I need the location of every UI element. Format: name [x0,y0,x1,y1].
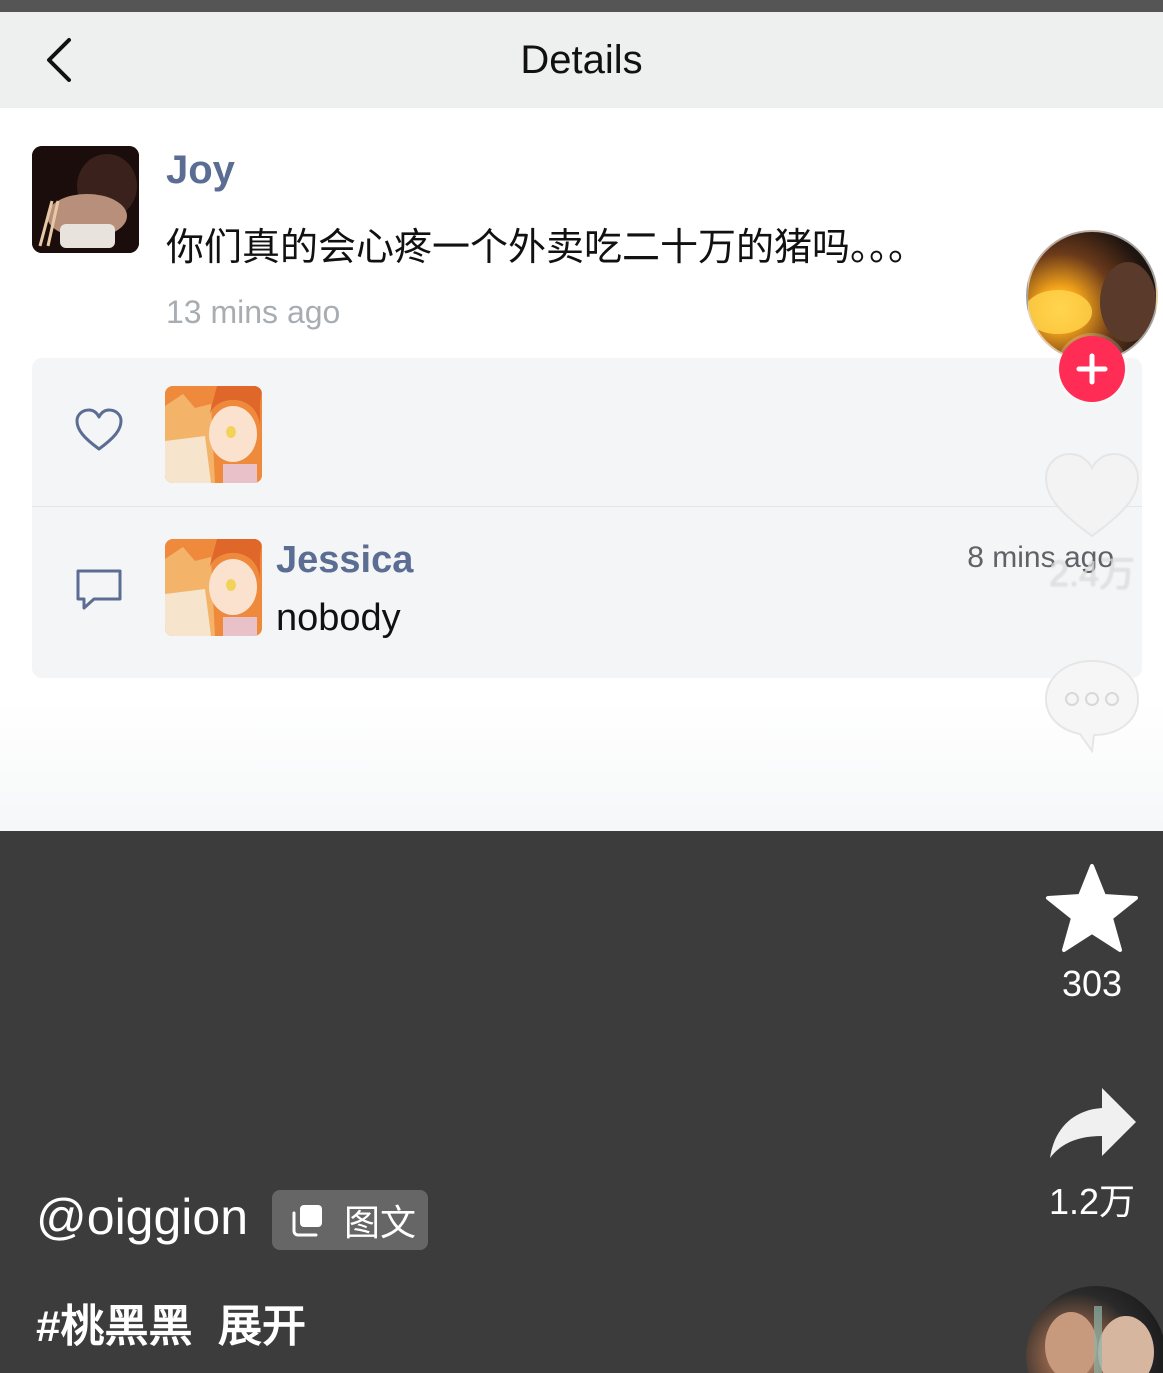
navigation-bar: Details [0,12,1163,108]
post-text: 你们真的会心疼一个外卖吃二十万的猪吗。。。 [166,227,927,269]
chevron-left-icon [47,38,71,82]
avatar-photo [32,146,139,253]
post-type-badge: 图文 [272,1190,428,1250]
share-arrow-icon [1050,1088,1136,1158]
star-icon [1046,864,1138,952]
post-author-name[interactable]: Joy [166,148,235,193]
heart-icon [1044,452,1140,538]
follow-button[interactable] [1059,336,1125,402]
share-action[interactable]: 1.2万 [1026,1084,1158,1225]
page-title: Details [520,37,643,82]
music-disc-cover [1045,1306,1154,1373]
like-action[interactable]: 2.4万 [1026,450,1158,597]
commenter-avatar[interactable] [165,539,262,636]
commenter-name[interactable]: Jessica [276,539,413,582]
image-stack-icon [292,1205,322,1237]
favorite-action[interactable]: 303 [1026,862,1158,1005]
plus-icon [1076,353,1108,385]
hashtag-link[interactable]: #桃黑黑 [36,1290,192,1354]
cat-and-girl-illustration [165,539,262,636]
comment-action[interactable] [1026,655,1158,760]
likes-row [32,358,1142,506]
cat-and-girl-illustration [165,386,262,483]
post-author-avatar[interactable] [32,146,139,253]
like-count: 2.4万 [1048,553,1136,594]
favorite-count: 303 [1061,963,1123,1004]
post-content: Joy 你们真的会心疼一个外卖吃二十万的猪吗。。。 13 mins ago Je… [0,108,1163,831]
comment-text: nobody [276,597,401,639]
back-button[interactable] [28,22,88,98]
comment-row[interactable]: Jessica nobody 8 mins ago [32,507,1142,678]
post-type-label: 图文 [344,1202,417,1243]
post-timestamp: 13 mins ago [166,294,341,330]
comment-bubble-icon[interactable] [74,563,124,613]
interaction-panel: Jessica nobody 8 mins ago [32,358,1142,678]
author-handle[interactable]: @oiggion [36,1188,248,1246]
status-strip [0,0,1163,12]
share-count: 1.2万 [1048,1181,1136,1222]
comment-dots-icon [1044,659,1140,754]
liker-avatar[interactable] [165,386,262,483]
music-disc[interactable] [1026,1286,1163,1373]
heart-outline-icon[interactable] [74,406,124,456]
expand-caption-button[interactable]: 展开 [218,1290,306,1354]
